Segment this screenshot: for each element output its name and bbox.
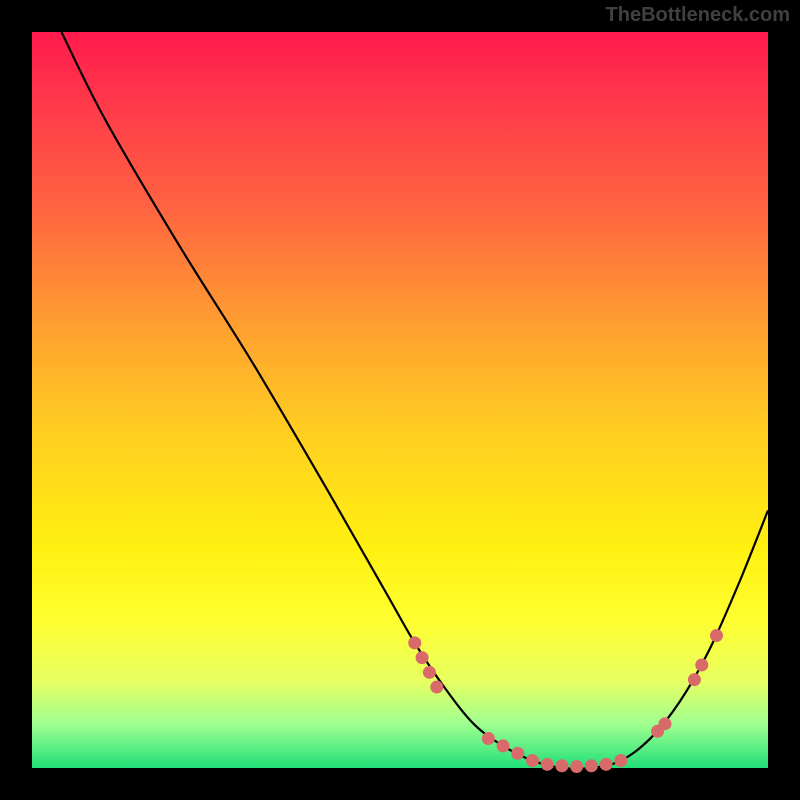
chart-container: TheBottleneck.com (0, 0, 800, 800)
data-point (688, 673, 701, 686)
data-point (511, 747, 524, 760)
data-point (695, 658, 708, 671)
data-point (614, 754, 627, 767)
data-point (600, 758, 613, 771)
data-point (710, 629, 723, 642)
data-point (585, 759, 598, 772)
chart-svg (32, 32, 768, 768)
data-point (658, 717, 671, 730)
data-point (416, 651, 429, 664)
curve-line (61, 32, 768, 769)
data-point (497, 739, 510, 752)
plot-area (32, 32, 768, 768)
data-point (526, 754, 539, 767)
watermark-text: TheBottleneck.com (606, 4, 790, 27)
data-point (541, 758, 554, 771)
data-point (408, 636, 421, 649)
data-point (430, 681, 443, 694)
data-point (423, 666, 436, 679)
data-point (570, 760, 583, 773)
data-point (482, 732, 495, 745)
data-point (555, 759, 568, 772)
